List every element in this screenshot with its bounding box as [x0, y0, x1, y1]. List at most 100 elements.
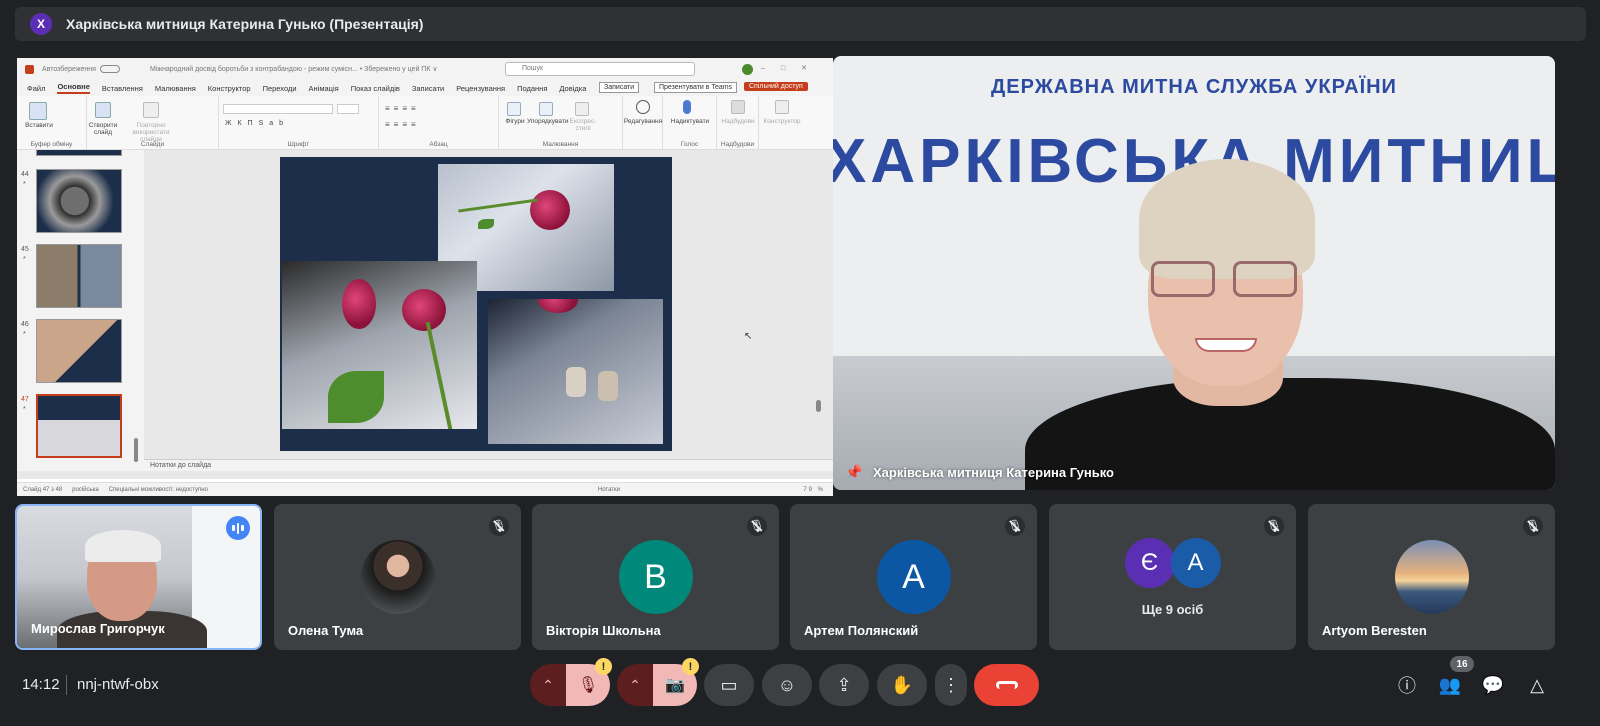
ribbon-caption: Шрифт	[287, 141, 310, 148]
new-slide-icon[interactable]	[95, 102, 111, 118]
ribbon-group-font: ЖКПSab Шрифт	[219, 96, 379, 150]
menu-draw[interactable]: Малювання	[155, 84, 196, 93]
raise-hand-button[interactable]: ✋	[877, 664, 927, 706]
new-slide-label[interactable]: Створити слайд	[83, 122, 123, 136]
arrange-label[interactable]: Упорядкувати	[527, 118, 568, 125]
participant-tile[interactable]: Мирослав Григорчук	[15, 504, 262, 650]
accessibility-status[interactable]: Спеціальні можливості: недоступно	[109, 487, 208, 493]
slide-thumb[interactable]	[17, 150, 144, 158]
slide-counter: Слайд 47 з 48	[23, 486, 63, 493]
wall-banner-top: ДЕРЖАВНА МИТНА СЛУЖБА УКРАЇНИ	[991, 76, 1397, 98]
mic-off-icon: 🎙	[489, 516, 509, 536]
mic-off-icon: 🎙	[1005, 516, 1025, 536]
mic-options-button[interactable]: ⌃	[530, 664, 566, 706]
leave-call-button[interactable]	[974, 664, 1039, 706]
menu-view[interactable]: Подання	[517, 84, 547, 93]
participant-tile[interactable]: 🎙 Олена Тума	[274, 504, 521, 650]
slide-scrollbar[interactable]	[815, 150, 822, 450]
find-icon[interactable]	[636, 100, 650, 114]
camera-options-button[interactable]: ⌃	[617, 664, 653, 706]
menu-transitions[interactable]: Переходи	[263, 84, 297, 93]
notes-pane[interactable]: Нотатки до слайда	[144, 459, 833, 471]
menu-home[interactable]: Основне	[57, 82, 90, 94]
participant-tile[interactable]: 🎙 Artyom Beresten	[1308, 504, 1555, 650]
record-button[interactable]: Записати	[599, 82, 640, 93]
zoom-level[interactable]: 79 %	[803, 487, 825, 493]
meeting-info-button[interactable]: ⓘ	[1395, 673, 1419, 697]
dictate-icon[interactable]	[683, 100, 691, 114]
addins-icon[interactable]	[731, 100, 745, 114]
captions-button[interactable]: ▭	[704, 664, 754, 706]
quick-styles-label[interactable]: Експрес-стилі	[563, 118, 603, 132]
shared-screen[interactable]: Автозбереження Міжнародний досвід бороть…	[17, 58, 833, 496]
align-buttons[interactable]: ≡≡≡≡	[385, 120, 420, 129]
thumb-scrollbar[interactable]	[134, 160, 138, 462]
reactions-button[interactable]: ☺	[762, 664, 812, 706]
menu-record[interactable]: Записати	[412, 84, 444, 93]
more-participants-tile[interactable]: 🎙 Є А Ще 9 осіб	[1049, 504, 1296, 650]
menu-help[interactable]: Довідка	[559, 84, 586, 93]
quick-styles-icon[interactable]	[575, 102, 589, 116]
ppt-titlebar: Автозбереження Міжнародний досвід бороть…	[17, 58, 833, 80]
reuse-slides-label[interactable]: Повторно використати слайди	[131, 122, 171, 143]
autosave-toggle[interactable]	[99, 65, 120, 73]
paste-label[interactable]: Вставити	[19, 122, 59, 129]
menu-slideshow[interactable]: Показ слайдів	[351, 84, 400, 93]
participant-name: Мирослав Григорчук	[31, 621, 165, 636]
warning-icon: !	[682, 658, 699, 675]
thumb-image	[36, 394, 122, 458]
dictate-label[interactable]: Надиктувати	[670, 118, 710, 125]
meeting-time: 14:12	[22, 676, 60, 693]
paragraph-buttons[interactable]: ≡≡≡≡	[385, 104, 420, 113]
editing-label[interactable]: Редагування	[623, 118, 663, 125]
slide-thumb[interactable]: 44 *	[17, 169, 144, 235]
participant-name: Артем Полянский	[804, 623, 919, 638]
language[interactable]: російська	[72, 487, 99, 493]
participant-tile[interactable]: 🎙 А Артем Полянский	[790, 504, 1037, 650]
participant-tile[interactable]: 🎙 В Вікторія Школьна	[532, 504, 779, 650]
font-format-buttons[interactable]: ЖКПSab	[225, 120, 289, 127]
slide-star: *	[23, 256, 26, 263]
font-name-select[interactable]	[223, 104, 333, 114]
designer-label[interactable]: Конструктор	[762, 118, 802, 125]
slide-thumb[interactable]: 45 *	[17, 244, 144, 310]
ppt-menu-bar: Файл Основне Вставлення Малювання Констр…	[17, 80, 833, 96]
present-button[interactable]: ⇪	[819, 664, 869, 706]
share-button[interactable]: Спільний доступ	[744, 82, 808, 91]
menu-design[interactable]: Конструктор	[208, 84, 251, 93]
menu-insert[interactable]: Вставлення	[102, 84, 143, 93]
current-slide	[280, 157, 672, 451]
participant-avatar	[1394, 540, 1469, 614]
activities-icon: △	[1530, 674, 1544, 695]
menu-file[interactable]: Файл	[27, 84, 45, 93]
font-size-select[interactable]	[337, 104, 359, 114]
ppt-search-input[interactable]: Пошук	[505, 62, 695, 76]
arrange-icon[interactable]	[539, 102, 553, 116]
ribbon-caption: Голос	[680, 141, 699, 148]
shapes-icon[interactable]	[507, 102, 521, 116]
meeting-code[interactable]: nnj-ntwf-obx	[77, 676, 159, 693]
slide-thumb-selected[interactable]: 47 *	[17, 394, 144, 460]
notes-toggle[interactable]: Нотатки	[598, 487, 620, 493]
window-controls[interactable]: –□✕	[761, 64, 823, 72]
reuse-slides-icon[interactable]	[143, 102, 159, 118]
chat-button[interactable]: 💬	[1481, 673, 1505, 697]
people-button[interactable]: 👥	[1438, 673, 1462, 697]
slide-canvas[interactable]: ↖	[144, 150, 824, 459]
more-options-button[interactable]: ⋮	[935, 664, 967, 706]
autosave-label: Автозбереження	[42, 65, 96, 73]
camera-off-icon: 📷	[665, 677, 685, 694]
designer-icon[interactable]	[775, 100, 789, 114]
slide-thumb[interactable]: 46 *	[17, 319, 144, 385]
paste-icon[interactable]	[29, 102, 47, 120]
mic-toggle-button[interactable]: 🎙 !	[566, 658, 612, 706]
pin-icon[interactable]: 📌	[845, 464, 862, 480]
menu-animations[interactable]: Анімація	[309, 84, 339, 93]
addins-label[interactable]: Надбудови	[718, 118, 758, 125]
present-teams-button[interactable]: Презентувати в Teams	[654, 82, 738, 93]
menu-review[interactable]: Рецензування	[456, 84, 505, 93]
camera-toggle-button[interactable]: 📷 !	[653, 658, 699, 706]
activities-button[interactable]: △	[1525, 673, 1549, 697]
user-avatar[interactable]	[742, 64, 753, 75]
speaker-video[interactable]: ДЕРЖАВНА МИТНА СЛУЖБА УКРАЇНИ ХАРКІВСЬКА…	[833, 56, 1555, 490]
